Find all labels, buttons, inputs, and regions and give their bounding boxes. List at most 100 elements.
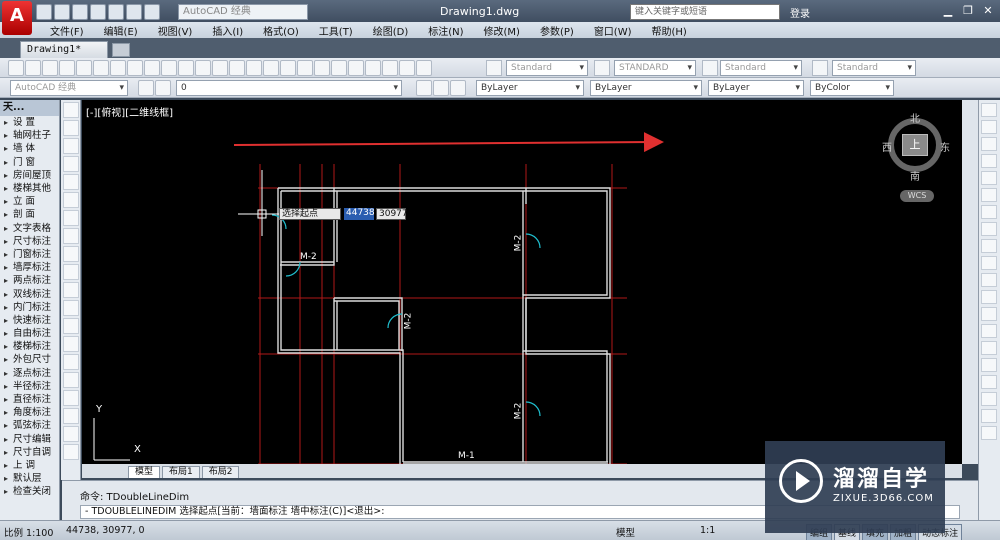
menu-view[interactable]: 视图(V) — [148, 22, 203, 38]
new-icon[interactable] — [8, 60, 24, 76]
screen-menu-item[interactable]: ▸ 门 窗 — [0, 156, 59, 169]
zoom-realtime-icon[interactable] — [263, 60, 279, 76]
search-input[interactable]: 键入关键字或短语 — [630, 4, 780, 20]
zoom-in-icon[interactable] — [981, 409, 997, 423]
screen-menu-item[interactable]: ▸ 直径标注 — [0, 393, 59, 406]
properties-icon[interactable] — [314, 60, 330, 76]
color-select[interactable]: ByLayer — [476, 80, 584, 96]
block-editor-icon[interactable] — [195, 60, 211, 76]
application-menu-button[interactable]: A — [2, 1, 32, 35]
break-at-point-icon[interactable] — [981, 290, 997, 304]
menu-insert[interactable]: 插入(I) — [202, 22, 253, 38]
screen-menu-item[interactable]: ▸ 尺寸标注 — [0, 235, 59, 248]
fillet-icon[interactable] — [981, 358, 997, 372]
trim-icon[interactable] — [981, 256, 997, 270]
mirror-icon[interactable] — [981, 137, 997, 151]
make-block-icon[interactable] — [63, 318, 79, 334]
lineweight-select[interactable]: ByLayer — [708, 80, 804, 96]
screen-menu-item[interactable]: ▸ 楼梯标注 — [0, 340, 59, 353]
join-icon[interactable] — [981, 324, 997, 338]
rectangle-icon[interactable] — [63, 174, 79, 190]
screen-menu-item[interactable]: ▸ 轴网柱子 — [0, 129, 59, 142]
close-icon[interactable]: ✕ — [980, 3, 996, 19]
screen-menu-item[interactable]: ▸ 逐点标注 — [0, 367, 59, 380]
minimize-icon[interactable]: ▁ — [940, 3, 956, 19]
plot-icon[interactable] — [59, 60, 75, 76]
calculator-icon[interactable] — [399, 60, 415, 76]
workspace-settings-icon[interactable] — [138, 80, 154, 96]
screen-menu-item[interactable]: ▸ 墙 体 — [0, 142, 59, 155]
menu-format[interactable]: 格式(O) — [253, 22, 309, 38]
new-tab-button[interactable] — [112, 43, 130, 57]
break-icon[interactable] — [981, 307, 997, 321]
text-style-icon[interactable] — [486, 60, 502, 76]
point-icon[interactable] — [63, 336, 79, 352]
sheet-set-icon[interactable] — [365, 60, 381, 76]
screen-menu-item[interactable]: ▸ 楼梯其他 — [0, 182, 59, 195]
viewport-label[interactable]: [-][俯视][二维线框] — [86, 104, 173, 119]
arc-icon[interactable] — [63, 192, 79, 208]
login-button[interactable]: 登录 — [790, 5, 810, 20]
add-selected-icon[interactable] — [63, 444, 79, 460]
layer-state-icon[interactable] — [450, 80, 466, 96]
circle-icon[interactable] — [63, 210, 79, 226]
open-icon[interactable] — [54, 4, 70, 20]
wcs-menu[interactable]: WCS — [900, 190, 934, 202]
screen-menu-item[interactable]: ▸ 文字表格 — [0, 222, 59, 235]
array-icon[interactable] — [981, 171, 997, 185]
screen-menu-item[interactable]: ▸ 设 置 — [0, 116, 59, 129]
markup-icon[interactable] — [382, 60, 398, 76]
erase-icon[interactable] — [981, 103, 997, 117]
compass-north[interactable]: 北 — [910, 110, 920, 125]
screen-menu-item[interactable]: ▸ 尺寸自调 — [0, 446, 59, 459]
dynamic-input-x[interactable]: 44738 — [344, 208, 375, 220]
ellipse-icon[interactable] — [63, 264, 79, 280]
linetype-select[interactable]: ByLayer — [590, 80, 702, 96]
menu-dimension[interactable]: 标注(N) — [418, 22, 473, 38]
tool-palettes-icon[interactable] — [348, 60, 364, 76]
menu-parametric[interactable]: 参数(P) — [530, 22, 584, 38]
vertical-scrollbar[interactable] — [962, 100, 978, 464]
layer-select[interactable]: 0 — [176, 80, 402, 96]
menu-tools[interactable]: 工具(T) — [309, 22, 363, 38]
revcloud-icon[interactable] — [63, 228, 79, 244]
preview-icon[interactable] — [76, 60, 92, 76]
3d-print-icon[interactable] — [110, 60, 126, 76]
publish-icon[interactable] — [93, 60, 109, 76]
stretch-icon[interactable] — [981, 239, 997, 253]
zoom-previous-icon[interactable] — [297, 60, 313, 76]
print-icon[interactable] — [108, 4, 124, 20]
tab-layout1[interactable]: 布局1 — [162, 466, 200, 478]
layer-previous-icon[interactable] — [433, 80, 449, 96]
compass-east[interactable]: 东 — [940, 139, 950, 154]
mleader-style-select[interactable]: Standard — [832, 60, 916, 76]
polyline-icon[interactable] — [63, 138, 79, 154]
screen-menu-item[interactable]: ▸ 尺寸编辑 — [0, 433, 59, 446]
save-icon[interactable] — [42, 60, 58, 76]
new-icon[interactable] — [36, 4, 52, 20]
screen-menu-item[interactable]: ▸ 检查关闭 — [0, 485, 59, 498]
menu-modify[interactable]: 修改(M) — [474, 22, 530, 38]
menu-draw[interactable]: 绘图(D) — [363, 22, 419, 38]
saveas-icon[interactable] — [90, 4, 106, 20]
menu-help[interactable]: 帮助(H) — [642, 22, 697, 38]
insert-block-icon[interactable] — [63, 300, 79, 316]
spline-icon[interactable] — [63, 246, 79, 262]
menu-window[interactable]: 窗口(W) — [584, 22, 642, 38]
help-icon[interactable] — [416, 60, 432, 76]
region-icon[interactable] — [63, 390, 79, 406]
screen-menu-item[interactable]: ▸ 门窗标注 — [0, 248, 59, 261]
redo-icon[interactable] — [144, 4, 160, 20]
screen-menu-item[interactable]: ▸ 墙厚标注 — [0, 261, 59, 274]
zoom-extents-icon[interactable] — [981, 392, 997, 406]
dynamic-input-y[interactable]: 30977 — [376, 208, 408, 220]
screen-menu-item[interactable]: ▸ 两点标注 — [0, 274, 59, 287]
annotation-zoom[interactable]: 1:1 — [700, 525, 715, 536]
copy-icon[interactable] — [144, 60, 160, 76]
compass-west[interactable]: 西 — [882, 139, 892, 154]
tab-drawing1[interactable]: Drawing1* — [20, 41, 108, 58]
zoom-window-icon[interactable] — [280, 60, 296, 76]
menu-file[interactable]: 文件(F) — [40, 22, 94, 38]
tab-layout2[interactable]: 布局2 — [201, 466, 240, 478]
screen-menu-item[interactable]: ▸ 自由标注 — [0, 327, 59, 340]
